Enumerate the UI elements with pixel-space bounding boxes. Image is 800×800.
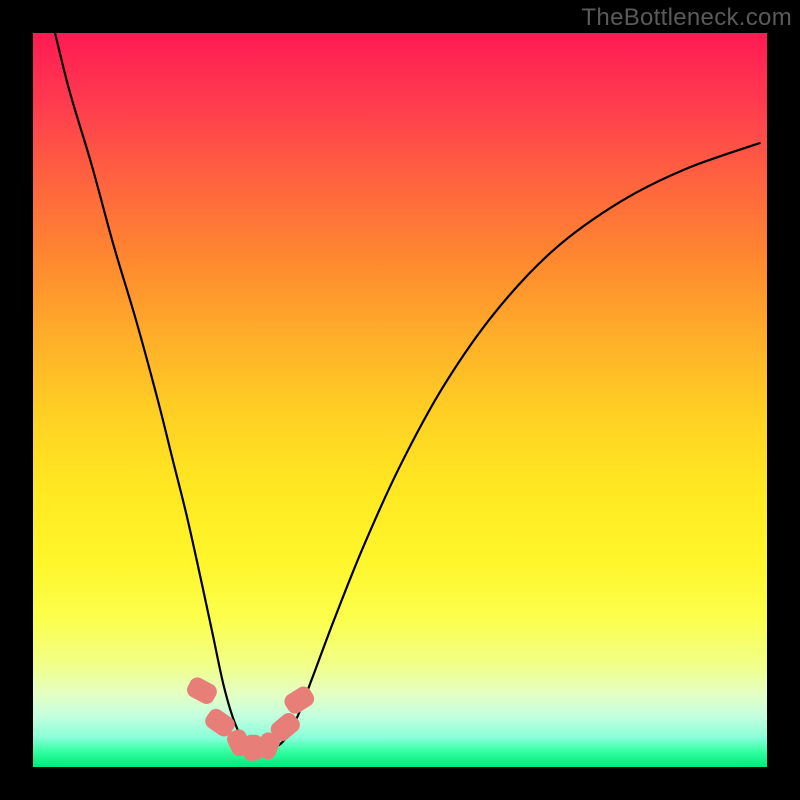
curve-svg (33, 33, 767, 767)
plot-area (33, 33, 767, 767)
chart-frame: TheBottleneck.com (0, 0, 800, 800)
bottleneck-curve (55, 33, 760, 750)
watermark-label: TheBottleneck.com (581, 4, 792, 32)
